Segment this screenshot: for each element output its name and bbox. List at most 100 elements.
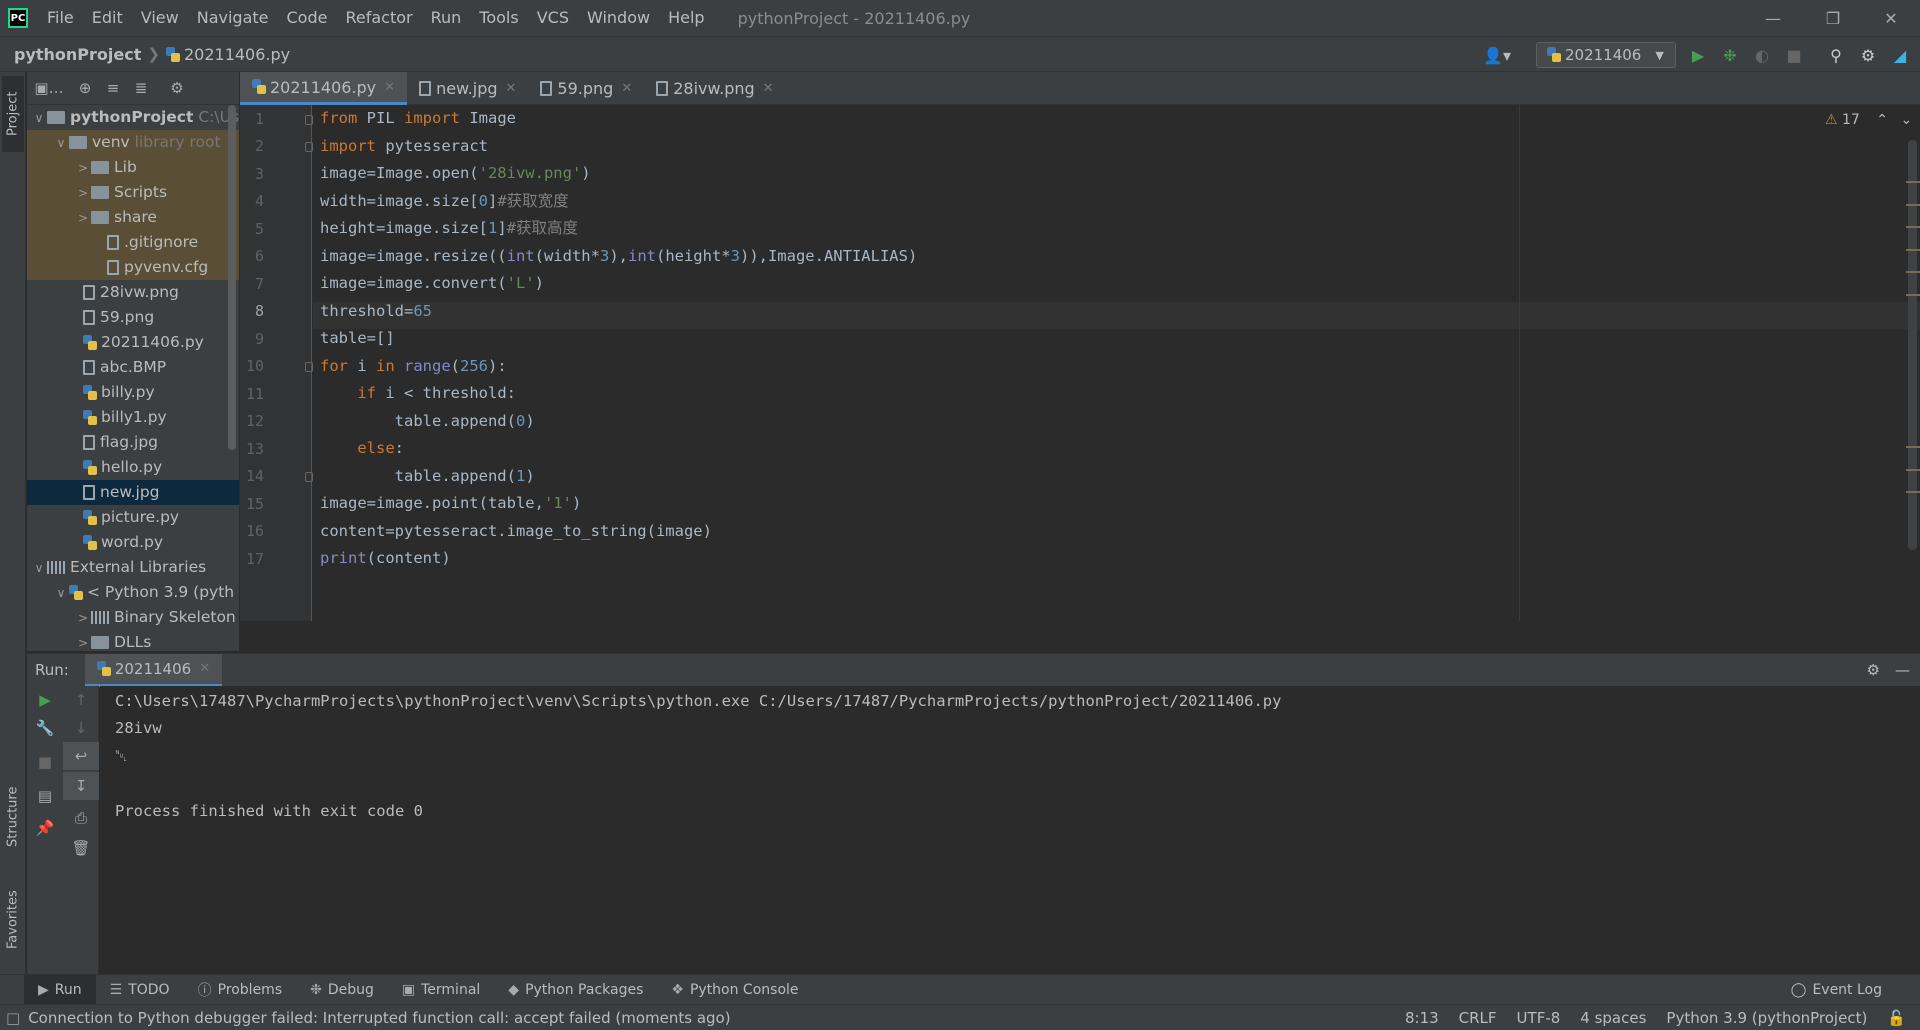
menu-run[interactable]: Run	[422, 0, 471, 36]
toolwindow-todo[interactable]: ☰ TODO	[96, 975, 184, 1005]
up-arrow-icon[interactable]: ↑	[63, 686, 99, 714]
breadcrumb-project[interactable]: pythonProject	[14, 45, 141, 64]
toolwindow-event-log[interactable]: ◯ Event Log	[1791, 975, 1882, 1005]
run-config-select[interactable]: 20211406 ▼	[1536, 42, 1676, 68]
close-window-icon[interactable]: ✕	[1862, 0, 1920, 36]
stripe-tab-project[interactable]: Project	[2, 76, 24, 152]
code-line[interactable]: else:	[320, 435, 404, 462]
code-line[interactable]: table=[]	[320, 325, 395, 352]
coverage-icon[interactable]: ◐	[1750, 43, 1774, 67]
code-line[interactable]: threshold=65	[320, 298, 432, 325]
tree-item-venv[interactable]: ∨ venv library root	[27, 130, 239, 155]
tree-item-abc-bmp[interactable]: abc.BMP	[27, 355, 239, 380]
tree-item-59-png[interactable]: 59.png	[27, 305, 239, 330]
code-line[interactable]: image=image.point(table,'1')	[320, 490, 581, 517]
expand-all-icon[interactable]: ≡	[99, 79, 127, 97]
fold-marker-icon[interactable]	[305, 362, 313, 372]
hide-panel-icon[interactable]: —	[1895, 661, 1910, 679]
code-line[interactable]: height=image.size[1]#获取高度	[320, 215, 578, 242]
editor-scrollbar[interactable]	[1908, 140, 1917, 550]
error-stripe-mark[interactable]	[1906, 446, 1920, 448]
tree-item-share[interactable]: > share	[27, 205, 239, 230]
minimize-icon[interactable]: —	[1744, 0, 1802, 36]
tree-item-binary-skeletons[interactable]: > Binary Skeleton	[27, 605, 239, 630]
restore-icon[interactable]: ❐	[1804, 0, 1862, 36]
code-line[interactable]: image=Image.open('28ivw.png')	[320, 160, 591, 187]
tree-item-gitignore[interactable]: .gitignore	[27, 230, 239, 255]
code-line[interactable]: content=pytesseract.image_to_string(imag…	[320, 518, 712, 545]
run-icon[interactable]: ▶	[1686, 43, 1710, 67]
menu-navigate[interactable]: Navigate	[188, 0, 278, 36]
settings-gear-icon[interactable]: ⚙	[1856, 43, 1880, 67]
search-icon[interactable]: ⚲	[1824, 43, 1848, 67]
edit-config-wrench-icon[interactable]: 🔧	[27, 714, 63, 742]
close-tab-icon[interactable]: ✕	[763, 81, 774, 96]
collapse-all-icon[interactable]: ≣	[127, 79, 155, 97]
run-settings-gear-icon[interactable]: ⚙	[1867, 661, 1880, 679]
scroll-to-end-icon[interactable]: ↧	[63, 772, 99, 800]
file-encoding[interactable]: UTF-8	[1517, 1009, 1561, 1027]
run-tab-20211406[interactable]: 20211406 ✕	[84, 653, 223, 687]
toolwindow-run[interactable]: ▶ Run	[24, 974, 96, 1005]
tree-item-pythonproject[interactable]: ∨pythonProject C:\Use	[27, 105, 239, 130]
status-message[interactable]: Connection to Python debugger failed: In…	[28, 1009, 730, 1027]
menu-help[interactable]: Help	[659, 0, 713, 36]
code-line[interactable]: if i < threshold:	[320, 380, 516, 407]
toolwindow-python-packages[interactable]: ◆ Python Packages	[494, 975, 657, 1005]
toggle-tool-windows-icon[interactable]: □	[6, 1009, 20, 1027]
editor-gutter[interactable]: 1 2 3 4 5 6 7 8 9 10 11 12 13 14 15 16 1…	[240, 105, 313, 621]
error-stripe-mark[interactable]	[1906, 226, 1920, 228]
lock-icon[interactable]: 🔓	[1887, 1009, 1906, 1027]
fold-marker-icon[interactable]	[305, 472, 313, 482]
tree-item-picture-py[interactable]: picture.py	[27, 505, 239, 530]
code-line[interactable]: print(content)	[320, 545, 451, 572]
fold-marker-icon[interactable]	[305, 142, 313, 152]
project-settings-gear-icon[interactable]: ⚙	[163, 79, 191, 97]
code-line[interactable]: image=image.convert('L')	[320, 270, 544, 297]
soft-wrap-icon[interactable]: ↩	[63, 742, 99, 770]
debug-icon[interactable]: ❉	[1718, 43, 1742, 67]
code-line[interactable]: table.append(1)	[320, 463, 535, 490]
close-tab-icon[interactable]: ✕	[506, 81, 517, 96]
menu-refactor[interactable]: Refactor	[336, 0, 421, 36]
tree-item-28ivw-png[interactable]: 28ivw.png	[27, 280, 239, 305]
close-tab-icon[interactable]: ✕	[384, 80, 395, 95]
tree-item-external-libraries[interactable]: ∨ External Libraries	[27, 555, 239, 580]
tree-item-hello-py[interactable]: hello.py	[27, 455, 239, 480]
menu-tools[interactable]: Tools	[470, 0, 527, 36]
tree-item-flag-jpg[interactable]: flag.jpg	[27, 430, 239, 455]
pin-icon[interactable]: 📌	[27, 814, 63, 842]
stripe-tab-favorites[interactable]: Favorites	[2, 872, 24, 968]
tree-item-dlls[interactable]: > DLLs	[27, 630, 239, 651]
tree-item-billy-py[interactable]: billy.py	[27, 380, 239, 405]
tree-item-new-jpg[interactable]: new.jpg	[27, 480, 239, 505]
code-line[interactable]: from PIL import Image	[320, 105, 516, 132]
fold-marker-icon[interactable]	[305, 115, 313, 125]
user-account-icon[interactable]: 👤▾	[1480, 43, 1514, 67]
tab-28ivw-png[interactable]: 28ivw.png ✕	[644, 72, 785, 105]
code-editor[interactable]: from PIL import Image import pytesseract i…	[313, 105, 1920, 621]
error-stripe-mark[interactable]	[1906, 181, 1920, 183]
tab-20211406-py[interactable]: 20211406.py ✕	[240, 72, 408, 105]
line-separator[interactable]: CRLF	[1459, 1009, 1497, 1027]
close-tab-icon[interactable]: ✕	[621, 81, 632, 96]
down-arrow-icon[interactable]: ↓	[63, 714, 99, 742]
error-stripe-mark[interactable]	[1906, 491, 1920, 493]
error-stripe-mark[interactable]	[1906, 271, 1920, 273]
toolwindow-debug[interactable]: ❉ Debug	[296, 975, 388, 1005]
error-stripe-mark[interactable]	[1906, 249, 1920, 251]
print-icon[interactable]: ⎙	[63, 804, 99, 832]
tab-new-jpg[interactable]: new.jpg ✕	[407, 72, 528, 105]
inspection-widget[interactable]: ⚠ 17 ⌃ ⌄	[1825, 112, 1912, 128]
menu-window[interactable]: Window	[578, 0, 659, 36]
tree-item-python-sdk[interactable]: ∨ < Python 3.9 (pyth	[27, 580, 239, 605]
toolwindow-problems[interactable]: ⓘ Problems	[184, 975, 297, 1005]
stop-icon[interactable]: ■	[27, 748, 63, 776]
tree-item-word-py[interactable]: word.py	[27, 530, 239, 555]
tree-item-pyvenv-cfg[interactable]: pyvenv.cfg	[27, 255, 239, 280]
jetbrains-toolbox-icon[interactable]: ◢	[1888, 43, 1912, 67]
tab-59-png[interactable]: 59.png ✕	[528, 72, 644, 105]
tree-item-lib[interactable]: > Lib	[27, 155, 239, 180]
previous-highlight-icon[interactable]: ⌃	[1876, 112, 1888, 128]
breadcrumb-file[interactable]: 20211406.py	[165, 45, 290, 64]
